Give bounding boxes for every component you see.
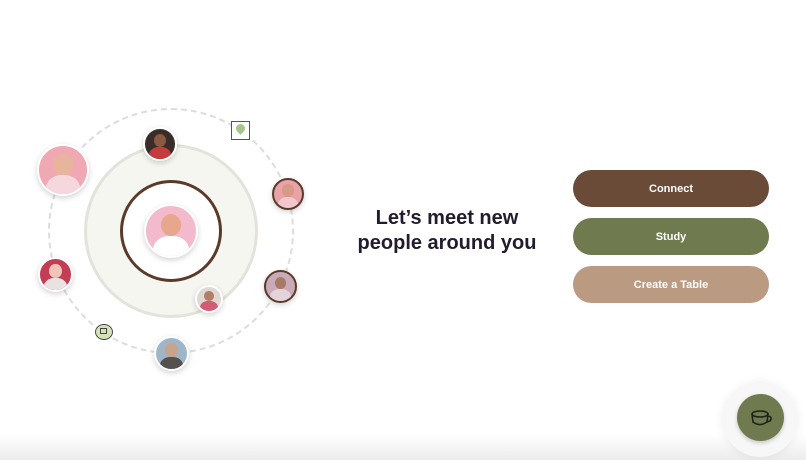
people-orbit-illustration (0, 0, 340, 460)
map-pin-icon (231, 121, 250, 140)
headline-line-2: people around you (357, 232, 537, 254)
floating-action-button[interactable] (737, 394, 784, 441)
coffee-cup-icon (750, 409, 772, 425)
headline-line-1: Let’s meet new (375, 207, 519, 229)
avatar-top[interactable] (143, 127, 177, 161)
avatar-left-large[interactable] (37, 144, 89, 196)
avatar-right-upper[interactable] (272, 178, 304, 210)
page-headline: Let’s meet new people around you (340, 206, 554, 256)
create-table-button[interactable]: Create a Table (573, 266, 769, 303)
connect-button[interactable]: Connect (573, 170, 769, 207)
bottom-fade (0, 434, 806, 460)
avatar-right-lower[interactable] (264, 270, 297, 303)
avatar-left-middle[interactable] (38, 257, 73, 292)
center-avatar[interactable] (144, 204, 198, 258)
study-button[interactable]: Study (573, 218, 769, 255)
avatar-bottom[interactable] (154, 336, 189, 371)
chat-icon (95, 324, 113, 340)
avatar-inner-right[interactable] (195, 285, 223, 313)
